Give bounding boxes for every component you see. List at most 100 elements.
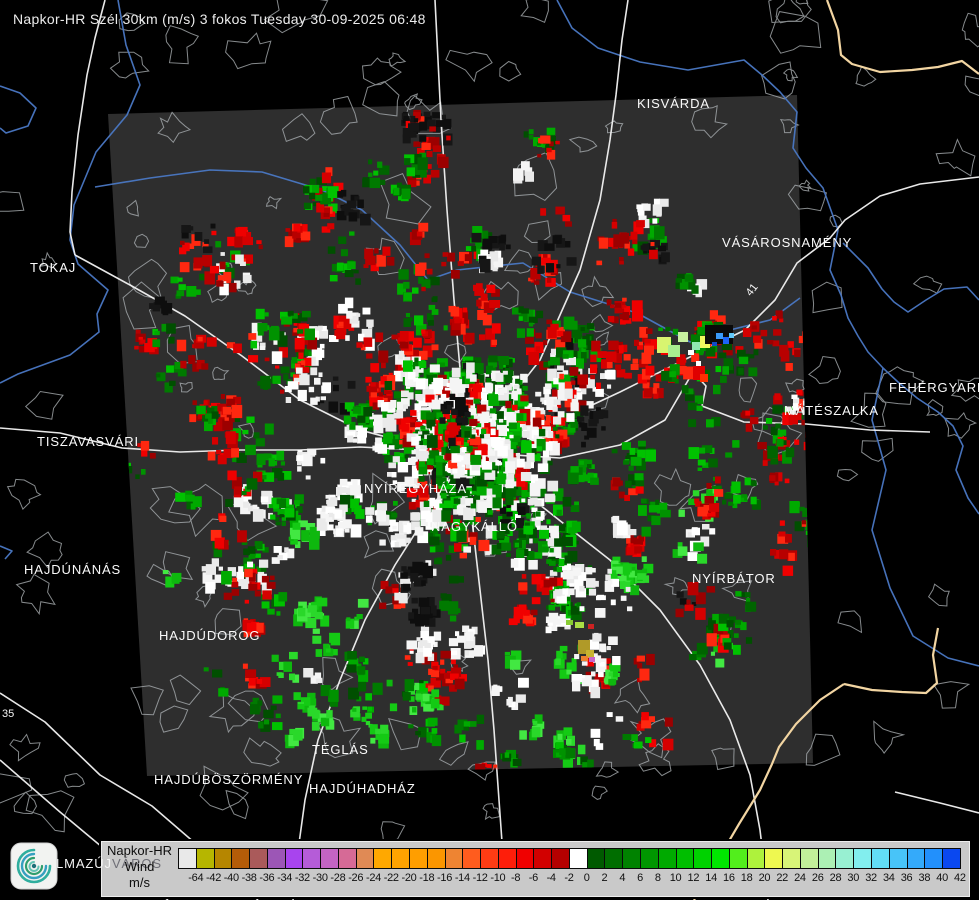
radar-pixel: [450, 306, 460, 317]
radar-pixel: [734, 633, 739, 638]
radar-pixel: [715, 366, 722, 373]
radar-pixel: [785, 534, 792, 543]
radar-pixel: [280, 366, 290, 374]
radar-pixel: [547, 277, 552, 283]
radar-pixel: [268, 458, 275, 467]
radar-pixel: [231, 447, 239, 458]
radar-pixel: [691, 285, 699, 294]
radar-pixel: [489, 772, 497, 776]
radar-pixel: [590, 364, 598, 374]
radar-pixel: [443, 325, 448, 331]
radar-pixel: [377, 161, 383, 168]
radar-pixel: [562, 214, 571, 222]
contour-blob: [798, 179, 812, 192]
radar-pixel: [697, 326, 707, 336]
radar-pixel: [722, 366, 729, 375]
radar-pixel: [231, 404, 243, 419]
radar-pixel: [459, 498, 466, 505]
river-path: [0, 545, 13, 560]
radar-pixel: [641, 556, 647, 562]
radar-pixel: [370, 382, 376, 387]
radar-pixel: [328, 512, 334, 518]
radar-pixel: [293, 729, 303, 741]
radar-pixel: [519, 730, 527, 740]
radar-pixel: [514, 542, 519, 548]
radar-pixel: [620, 232, 630, 244]
radar-pixel: [516, 328, 526, 338]
radar-pixel: [744, 592, 751, 598]
radar-pixel: [457, 318, 462, 323]
radar-pixel: [366, 319, 374, 327]
radar-pixel: [316, 597, 328, 607]
radar-pixel: [404, 655, 411, 660]
radar-pixel: [531, 597, 541, 605]
radar-pixel: [770, 458, 779, 465]
radar-pixel: [608, 340, 619, 350]
radar-pixel: [662, 738, 674, 751]
radar-pixel: [221, 571, 232, 585]
radar-pixel: [382, 417, 391, 428]
radar-pixel: [566, 413, 575, 422]
radar-pixel: [733, 494, 741, 504]
radar-pixel: [540, 410, 546, 415]
radar-pixel: [396, 409, 404, 419]
radar-pixel: [275, 521, 281, 526]
radar-pixel: [223, 592, 233, 600]
radar-pixel: [329, 275, 338, 282]
contour-blob: [926, 399, 944, 416]
radar-pixel: [695, 607, 706, 620]
radar-pixel: [555, 658, 561, 666]
radar-pixel: [398, 350, 405, 357]
radar-pixel: [401, 390, 409, 398]
radar-pixel: [390, 400, 397, 408]
radar-pixel: [407, 662, 413, 666]
radar-pixel: [590, 686, 601, 699]
radar-pixel: [505, 497, 514, 506]
radar-pixel: [476, 740, 484, 750]
radar-pixel: [496, 473, 507, 485]
radar-pixel: [482, 238, 493, 250]
radar-pixel: [772, 340, 780, 347]
radar-pixel: [264, 719, 270, 725]
radar-pixel: [421, 329, 426, 334]
radar-pixel: [713, 384, 721, 395]
radar-pixel: [237, 530, 247, 543]
radar-pixel: [794, 349, 801, 358]
radar-pixel: [644, 338, 651, 344]
radar-pixel: [788, 552, 795, 561]
radar-pixel: [408, 501, 417, 510]
radar-pixel: [579, 606, 585, 612]
radar-pixel: [320, 685, 331, 697]
contour-blob: [388, 52, 407, 67]
radar-pixel: [270, 705, 277, 711]
radar-pixel: [635, 486, 644, 494]
radar-pixel: [396, 418, 402, 425]
radar-pixel: [197, 336, 203, 342]
radar-pixel: [499, 243, 505, 251]
radar-pixel: [280, 461, 285, 466]
radar-pixel: [738, 356, 749, 365]
contour-blob: [361, 57, 402, 86]
radar-pixel: [328, 401, 338, 413]
river-path: [871, 367, 979, 667]
radar-pixel: [615, 364, 622, 371]
radar-pixel: [413, 377, 419, 382]
radar-pixel: [375, 437, 382, 444]
radar-pixel: [141, 469, 146, 475]
radar-pixel: [352, 708, 357, 712]
radar-pixel: [429, 546, 436, 553]
radar-pixel: [549, 548, 554, 553]
radar-pixel: [451, 659, 456, 665]
radar-pixel: [639, 668, 650, 681]
radar-pixel: [572, 567, 580, 576]
radar-pixel: [551, 532, 560, 539]
radar-pixel: [320, 717, 330, 727]
radar-pixel: [408, 612, 414, 619]
radar-pixel: [401, 423, 410, 432]
radar-pixel: [430, 698, 440, 709]
radar-pixel: [216, 450, 222, 455]
radar-pixel: [411, 597, 418, 604]
radar-pixel: [135, 329, 141, 334]
radar-pixel: [641, 712, 649, 721]
radar-pixel: [179, 247, 187, 255]
